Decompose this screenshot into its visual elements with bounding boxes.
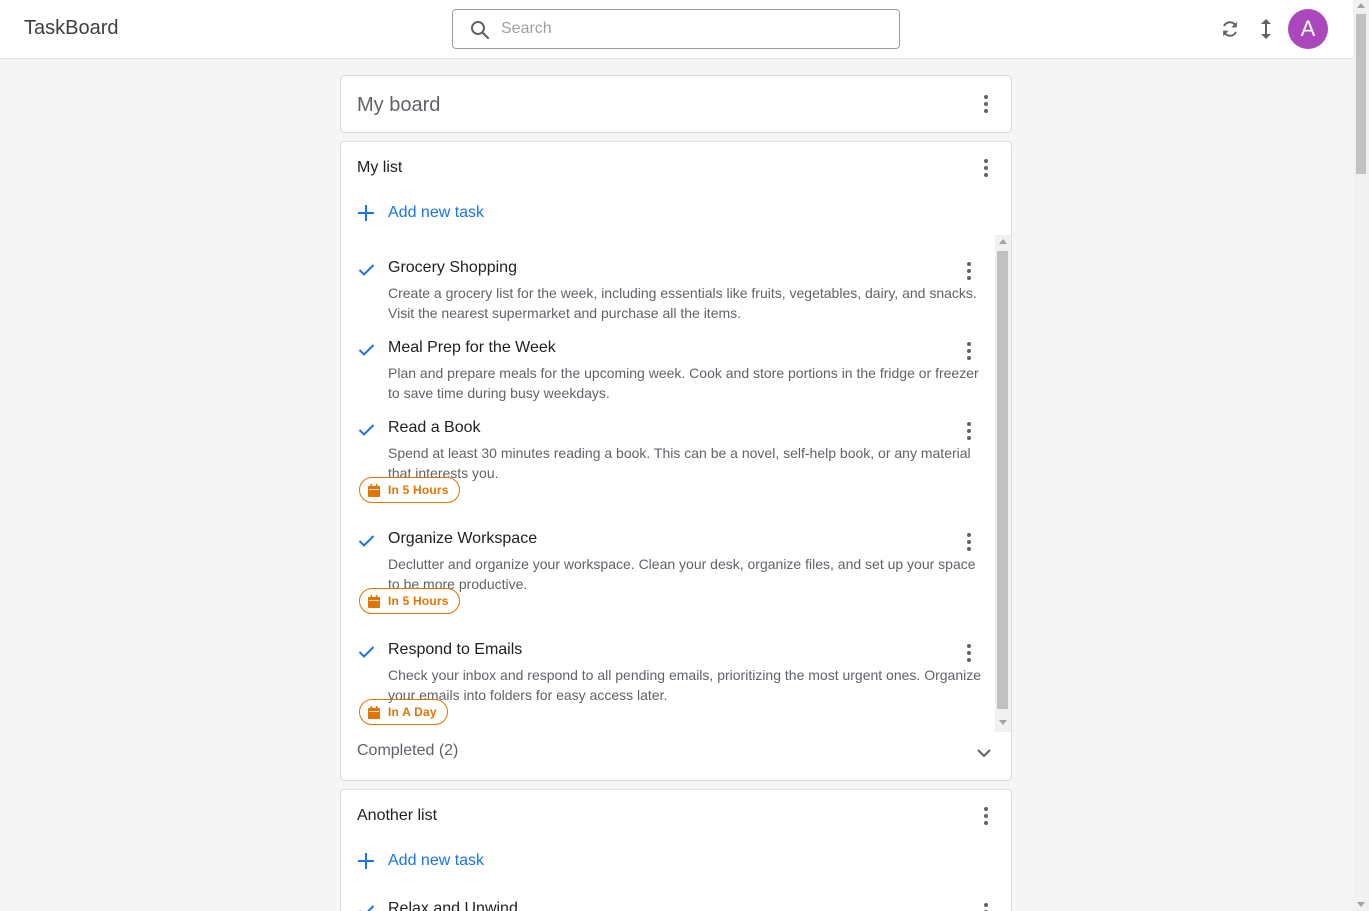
board-title: My board <box>357 94 441 116</box>
scroll-up-arrow-icon[interactable] <box>1357 3 1365 8</box>
calendar-icon <box>368 705 380 719</box>
task-item[interactable]: Organize Workspace Declutter and organiz… <box>341 530 991 630</box>
avatar[interactable]: A <box>1288 9 1328 49</box>
due-date-label: In 5 Hours <box>388 483 449 497</box>
task-item[interactable]: Read a Book Spend at least 30 minutes re… <box>341 419 991 519</box>
task-more-icon[interactable] <box>976 902 996 911</box>
task-item[interactable]: Respond to Emails Check your inbox and r… <box>341 641 991 732</box>
board-more-icon[interactable] <box>976 94 996 114</box>
task-more-icon[interactable] <box>959 532 979 552</box>
scroll-down-arrow-icon[interactable] <box>999 720 1007 725</box>
page-scrollbar-thumb[interactable] <box>1356 14 1366 174</box>
check-icon[interactable] <box>358 263 375 277</box>
refresh-icon[interactable] <box>1219 18 1241 40</box>
task-description: Create a grocery list for the week, incl… <box>388 285 977 321</box>
due-date-chip[interactable]: In A Day <box>359 699 448 725</box>
task-description: Check your inbox and respond to all pend… <box>388 667 981 703</box>
search-icon <box>471 21 490 40</box>
list-more-icon[interactable] <box>976 158 996 178</box>
task-list-scrollbar[interactable] <box>995 235 1011 732</box>
add-new-task-button[interactable]: Add new task <box>357 204 484 222</box>
scroll-down-arrow-icon[interactable] <box>1357 902 1365 907</box>
due-date-label: In A Day <box>388 705 437 719</box>
task-item[interactable]: Grocery Shopping Create a grocery list f… <box>341 259 991 329</box>
page-scrollbar[interactable] <box>1353 0 1369 911</box>
check-icon[interactable] <box>358 343 375 357</box>
task-description: Declutter and organize your workspace. C… <box>388 556 976 592</box>
due-date-chip[interactable]: In 5 Hours <box>359 588 460 614</box>
check-icon[interactable] <box>358 423 375 437</box>
due-date-chip[interactable]: In 5 Hours <box>359 477 460 503</box>
search-input[interactable] <box>501 18 881 40</box>
task-more-icon[interactable] <box>959 341 979 361</box>
calendar-icon <box>368 483 380 497</box>
check-icon[interactable] <box>358 645 375 659</box>
task-item[interactable]: Meal Prep for the Week Plan and prepare … <box>341 339 991 409</box>
list-more-icon[interactable] <box>976 806 996 826</box>
add-new-task-label: Add new task <box>388 204 485 221</box>
task-more-icon[interactable] <box>959 643 979 663</box>
task-title: Meal Prep for the Week <box>388 339 556 356</box>
scroll-up-arrow-icon[interactable] <box>999 239 1007 244</box>
plus-icon <box>357 852 375 870</box>
task-more-icon[interactable] <box>959 261 979 281</box>
due-date-label: In 5 Hours <box>388 594 449 608</box>
chevron-down-icon[interactable] <box>975 744 993 762</box>
completed-section-toggle[interactable]: Completed (2) <box>357 742 458 760</box>
task-title: Relax and Unwind <box>388 900 518 911</box>
add-new-task-label: Add new task <box>388 852 485 869</box>
task-more-icon[interactable] <box>959 421 979 441</box>
task-title: Respond to Emails <box>388 641 523 658</box>
list-title: My list <box>357 159 403 176</box>
list-title: Another list <box>357 807 438 824</box>
top-app-bar: TaskBoard A <box>0 0 1353 59</box>
check-icon[interactable] <box>358 534 375 548</box>
board-header-card: My board <box>340 75 1012 133</box>
task-title: Organize Workspace <box>388 530 538 547</box>
task-title: Read a Book <box>388 419 481 436</box>
app-title: TaskBoard <box>24 17 119 39</box>
task-description: Plan and prepare meals for the upcoming … <box>388 365 979 401</box>
task-list: Grocery Shopping Create a grocery list f… <box>341 235 1011 732</box>
task-item[interactable]: Relax and Unwind <box>341 900 991 911</box>
task-list-scrollbar-thumb[interactable] <box>997 251 1008 709</box>
add-new-task-button[interactable]: Add new task <box>357 852 484 870</box>
list-card: My list Add new task Grocery Shopping Cr… <box>340 141 1012 781</box>
list-card: Another list Add new task Relax and Unwi… <box>340 789 1012 911</box>
search-box[interactable] <box>452 9 900 49</box>
calendar-icon <box>368 594 380 608</box>
task-title: Grocery Shopping <box>388 259 517 276</box>
plus-icon <box>357 204 375 222</box>
check-icon[interactable] <box>358 904 375 911</box>
expand-vertical-icon[interactable] <box>1255 18 1277 40</box>
task-description: Spend at least 30 minutes reading a book… <box>388 445 971 481</box>
